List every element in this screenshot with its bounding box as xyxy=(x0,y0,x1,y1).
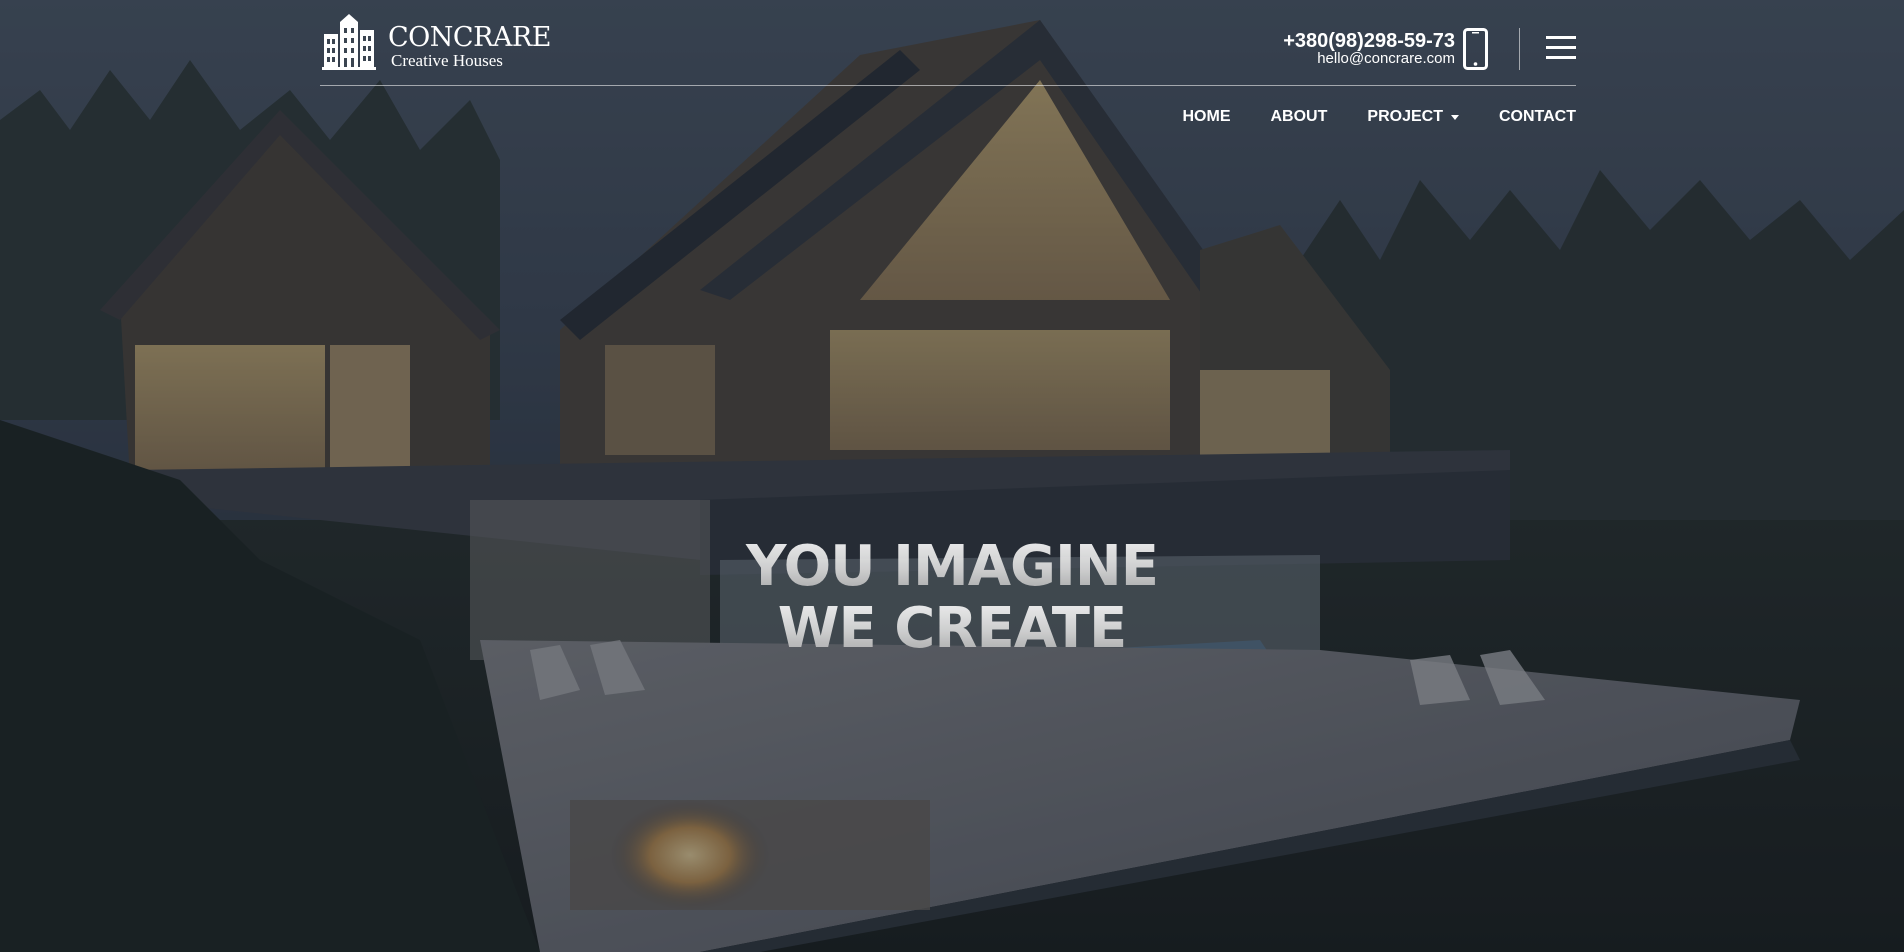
logo-text: CONCRARE Creative Houses xyxy=(388,24,551,70)
hero-section: CONCRARE Creative Houses +380(98)298-59-… xyxy=(0,0,1904,952)
logo-link[interactable]: CONCRARE Creative Houses xyxy=(320,12,551,74)
hero-dark-overlay xyxy=(0,0,1904,952)
nav-item-project[interactable]: PROJECT xyxy=(1367,106,1459,128)
hamburger-menu-icon[interactable] xyxy=(1546,36,1576,60)
building-icon xyxy=(322,14,376,70)
phone-number[interactable]: +380(98)298-59-73 xyxy=(1283,31,1455,51)
mobile-phone-icon xyxy=(1463,28,1488,70)
brand-name: CONCRARE xyxy=(388,22,551,53)
nav-item-about[interactable]: ABOUT xyxy=(1271,106,1328,128)
nav-item-project-label: PROJECT xyxy=(1367,108,1443,125)
hero-headline: YOU IMAGINE WE CREATE xyxy=(0,536,1904,660)
header-vertical-divider xyxy=(1519,28,1520,70)
main-nav: HOME ABOUT PROJECT CONTACT xyxy=(1143,106,1577,128)
email-address[interactable]: hello@concrare.com xyxy=(1283,51,1455,66)
caret-down-icon xyxy=(1450,114,1459,120)
hero-headline-line-2: WE CREATE xyxy=(0,598,1904,660)
brand-tagline: Creative Houses xyxy=(391,51,503,70)
nav-item-contact[interactable]: CONTACT xyxy=(1499,106,1576,128)
hero-headline-line-1: YOU IMAGINE xyxy=(0,536,1904,598)
nav-item-home[interactable]: HOME xyxy=(1183,106,1231,128)
header-contact: +380(98)298-59-73 hello@concrare.com xyxy=(1283,31,1455,66)
site-header: CONCRARE Creative Houses +380(98)298-59-… xyxy=(320,0,1576,86)
